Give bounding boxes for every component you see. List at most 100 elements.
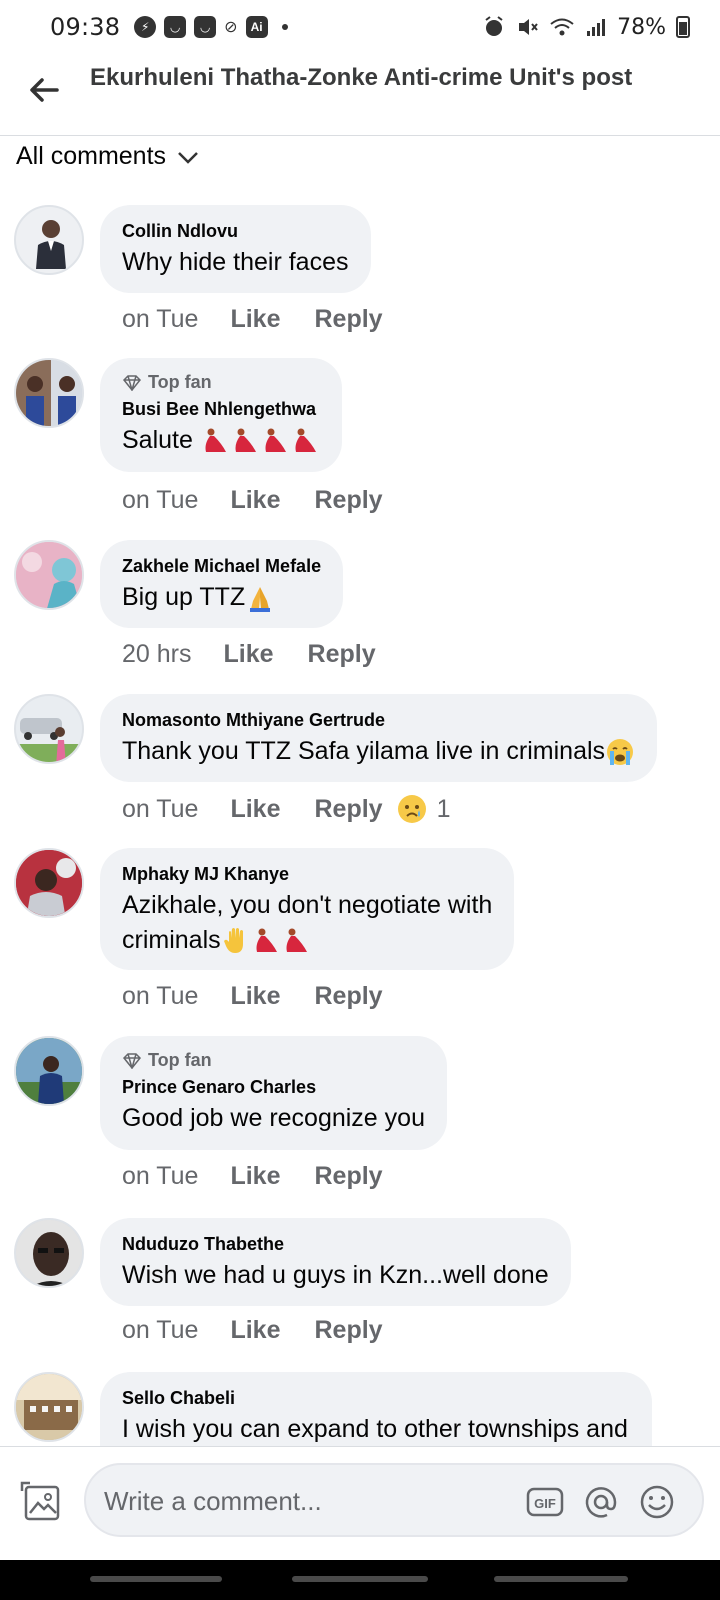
reaction-count: 1	[436, 794, 451, 823]
comment-text-body: Big up TTZ	[122, 583, 246, 611]
reply-button[interactable]: Reply	[314, 305, 382, 334]
comment-time[interactable]: on Tue	[122, 305, 198, 334]
comment-author[interactable]: Zakhele Michael Mefale	[122, 554, 321, 578]
like-button[interactable]: Like	[230, 305, 280, 334]
folded-hands-emoji	[250, 587, 271, 613]
photo-button[interactable]	[20, 1479, 64, 1523]
like-button[interactable]: Like	[230, 486, 280, 515]
signal-icon	[587, 19, 606, 36]
app-icon: ◡	[164, 16, 187, 38]
comment-author[interactable]: Mphaky MJ Khanye	[122, 862, 492, 886]
comment-bubble[interactable]: Sello Chabeli I wish you can expand to o…	[100, 1372, 652, 1446]
app-icon: ◡	[194, 16, 217, 38]
reply-button[interactable]: Reply	[314, 486, 382, 515]
comment-bubble[interactable]: Nduduzo Thabethe Wish we had u guys in K…	[100, 1218, 571, 1306]
avatar[interactable]	[14, 1218, 84, 1288]
comment-time[interactable]: on Tue	[122, 982, 198, 1011]
status-right-icons: 78%	[483, 15, 690, 40]
dancer-emoji	[235, 428, 256, 453]
comment-author[interactable]: Busi Bee Nhlengethwa	[122, 397, 320, 421]
back-button[interactable]	[24, 70, 64, 110]
avatar[interactable]	[14, 694, 84, 764]
comment-author[interactable]: Nomasonto Mthiyane Gertrude	[122, 708, 635, 732]
emoji-icon	[640, 1485, 674, 1519]
comment-text: I wish you can expand to other townships…	[122, 1415, 628, 1443]
comment-bubble[interactable]: Top fan Prince Genaro Charles Good job w…	[100, 1036, 447, 1150]
comment-author[interactable]: Sello Chabeli	[122, 1386, 628, 1410]
gif-icon: GIF	[526, 1487, 564, 1517]
comment-text: Salute	[122, 423, 320, 458]
avatar[interactable]	[14, 848, 84, 918]
wifi-icon	[550, 18, 574, 36]
comment-bubble[interactable]: Nomasonto Mthiyane Gertrude Thank you TT…	[100, 694, 658, 782]
reply-button[interactable]: Reply	[308, 640, 376, 669]
reply-button[interactable]: Reply	[314, 982, 382, 1011]
top-fan-label: Top fan	[148, 372, 212, 392]
emoji-button[interactable]	[638, 1483, 676, 1521]
top-fan-badge: Top fan	[122, 372, 320, 393]
comment-text: Azikhale, you don't negotiate with crimi…	[122, 888, 492, 958]
raised-hand-emoji	[223, 928, 243, 954]
dancer-emoji	[286, 928, 307, 953]
like-button[interactable]: Like	[230, 795, 280, 824]
battery-percent: 78%	[617, 14, 666, 40]
gif-button[interactable]: GIF	[526, 1483, 564, 1521]
page-title: Ekurhuleni Thatha-Zonke Anti-crime Unit'…	[90, 64, 633, 91]
comment-input-pill: GIF	[84, 1463, 704, 1537]
like-button[interactable]: Like	[230, 1316, 280, 1345]
comment-filter-dropdown[interactable]: All comments	[16, 142, 200, 171]
like-button[interactable]: Like	[230, 982, 280, 1011]
top-fan-label: Top fan	[148, 1050, 212, 1070]
comment-actions: on Tue Like Reply	[122, 1162, 417, 1191]
system-nav-bar	[0, 1560, 720, 1600]
alarm-icon	[485, 16, 503, 36]
battery-icon	[676, 16, 690, 38]
sad-emoji	[397, 795, 426, 823]
dancer-emoji	[205, 428, 226, 453]
comment-text: Why hide their faces	[122, 248, 349, 276]
comment-bubble[interactable]: Collin Ndlovu Why hide their faces	[100, 205, 371, 293]
reply-button[interactable]: Reply	[314, 795, 382, 824]
nav-home-handle[interactable]	[292, 1576, 428, 1582]
status-bar: 09:38 ⚡ ◡ ◡ ⊘ Ai 78%	[0, 0, 720, 54]
comment-filter-label: All comments	[16, 142, 167, 170]
comment-text-body: Thank you TTZ Safa yilama live in crimin…	[122, 737, 606, 765]
avatar[interactable]	[14, 205, 84, 275]
comment-author[interactable]: Collin Ndlovu	[122, 219, 349, 243]
like-button[interactable]: Like	[230, 1162, 280, 1191]
comment-bubble[interactable]: Zakhele Michael Mefale Big up TTZ	[100, 540, 344, 628]
reply-button[interactable]: Reply	[314, 1316, 382, 1345]
comment-time[interactable]: on Tue	[122, 1162, 198, 1191]
comment-actions: on Tue Like Reply	[122, 982, 417, 1011]
reaction-summary[interactable]: 1	[397, 794, 451, 824]
comment-author[interactable]: Prince Genaro Charles	[122, 1075, 425, 1099]
mention-icon	[585, 1487, 617, 1518]
comment-bubble[interactable]: Mphaky MJ Khanye Azikhale, you don't neg…	[100, 848, 515, 970]
chevron-down-icon	[178, 151, 198, 164]
comment-actions: 20 hrs Like Reply	[122, 640, 410, 669]
avatar[interactable]	[14, 1372, 84, 1442]
comment-bubble[interactable]: Top fan Busi Bee Nhlengethwa Salute	[100, 358, 342, 472]
mention-button[interactable]	[582, 1483, 620, 1521]
reply-button[interactable]: Reply	[314, 1162, 382, 1191]
back-arrow-icon	[30, 78, 59, 102]
status-time: 09:38	[50, 13, 121, 41]
comment-time[interactable]: 20 hrs	[122, 640, 191, 669]
avatar[interactable]	[14, 540, 84, 610]
vibrate-off-icon	[519, 19, 538, 35]
comment-time[interactable]: on Tue	[122, 486, 198, 515]
post-header: Ekurhuleni Thatha-Zonke Anti-crime Unit'…	[0, 56, 720, 136]
comment-author[interactable]: Nduduzo Thabethe	[122, 1232, 549, 1256]
comment-composer: GIF	[0, 1446, 720, 1560]
diamond-icon	[122, 374, 142, 391]
comment-time[interactable]: on Tue	[122, 795, 198, 824]
like-button[interactable]: Like	[223, 640, 273, 669]
avatar[interactable]	[14, 358, 84, 428]
comment-actions: on Tue Like Reply	[122, 305, 417, 334]
comment-time[interactable]: on Tue	[122, 1316, 198, 1345]
avatar[interactable]	[14, 1036, 84, 1106]
comment-input[interactable]	[104, 1477, 504, 1525]
dancer-emoji	[295, 428, 316, 453]
nav-back-handle[interactable]	[494, 1576, 628, 1582]
nav-recents-handle[interactable]	[90, 1576, 222, 1582]
